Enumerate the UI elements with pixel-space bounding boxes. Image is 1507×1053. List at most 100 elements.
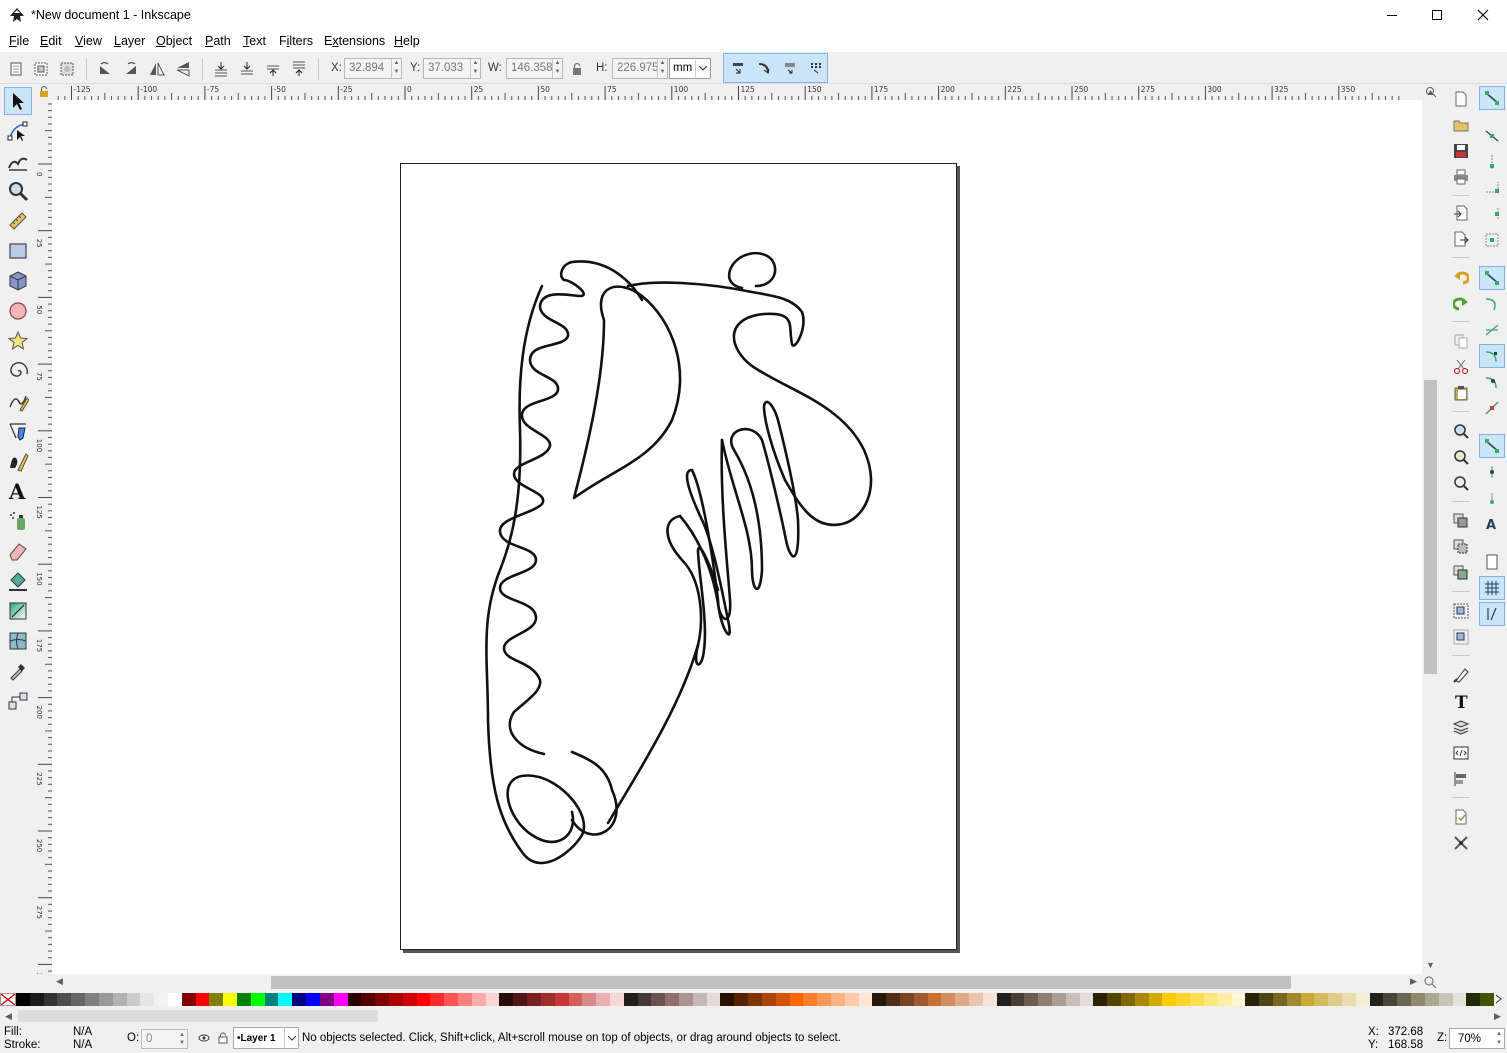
palette-swatch[interactable]: [416, 993, 431, 1006]
no-paint-swatch[interactable]: [0, 993, 16, 1006]
palette-swatch[interactable]: [167, 993, 182, 1006]
print-button[interactable]: [1450, 166, 1472, 188]
x-input[interactable]: 32.894 ▲ ▼: [344, 58, 402, 79]
menu-filters[interactable]: Filters: [279, 34, 313, 48]
palette-swatch[interactable]: [1245, 993, 1260, 1006]
cut-button[interactable]: [1450, 356, 1472, 378]
palette-swatch[interactable]: [748, 993, 762, 1006]
palette-menu-button[interactable]: [1494, 993, 1504, 1008]
palette-swatch[interactable]: [250, 993, 265, 1006]
dropper-tool[interactable]: [4, 657, 32, 685]
rectangle-tool[interactable]: [4, 237, 32, 265]
copy-button[interactable]: [1450, 330, 1472, 352]
palette-swatch[interactable]: [264, 993, 279, 1006]
snap-object-center-toggle[interactable]: [1479, 460, 1505, 484]
snap-bbox-edge-toggle[interactable]: [1479, 150, 1505, 174]
palette-swatch[interactable]: [1217, 993, 1232, 1006]
save-button[interactable]: [1450, 140, 1472, 162]
snap-nodes-toggle[interactable]: [1479, 266, 1505, 290]
palette-swatch[interactable]: [195, 993, 210, 1006]
vertical-scroll-thumb[interactable]: [1424, 380, 1437, 674]
paste-button[interactable]: [1450, 382, 1472, 404]
palette-swatch[interactable]: [333, 993, 348, 1006]
unit-select[interactable]: mm: [669, 58, 711, 79]
palette-swatch[interactable]: [1231, 993, 1246, 1006]
palette-swatch[interactable]: [637, 993, 652, 1006]
palette-swatch[interactable]: [237, 993, 251, 1006]
lower-button[interactable]: [236, 58, 258, 80]
palette-swatch[interactable]: [623, 993, 638, 1006]
document-properties-button[interactable]: [1450, 806, 1472, 828]
palette-swatch[interactable]: [1328, 993, 1342, 1006]
raise-to-top-button[interactable]: [288, 58, 310, 80]
group-button[interactable]: [1450, 600, 1472, 622]
palette-swatch[interactable]: [803, 993, 818, 1006]
palette-swatch[interactable]: [43, 993, 58, 1006]
scale-stroke-toggle[interactable]: [727, 57, 749, 79]
pen-tool[interactable]: [4, 417, 32, 445]
menu-text[interactable]: Text: [243, 34, 266, 48]
palette-swatch[interactable]: [1038, 993, 1052, 1006]
fill-stroke-button[interactable]: [1450, 664, 1472, 686]
palette-swatch[interactable]: [1424, 993, 1439, 1006]
star-tool[interactable]: [4, 327, 32, 355]
node-tool[interactable]: [4, 117, 32, 145]
palette-swatch[interactable]: [913, 993, 928, 1006]
select-all-button[interactable]: [5, 58, 27, 80]
snap-path-toggle[interactable]: [1479, 292, 1505, 316]
opacity-stepper-icon[interactable]: ▲ ▼: [179, 1031, 185, 1047]
snap-page-border-toggle[interactable]: [1479, 550, 1505, 574]
palette-swatch[interactable]: [16, 993, 30, 1006]
palette-swatch[interactable]: [1383, 993, 1398, 1006]
palette-swatch[interactable]: [844, 993, 859, 1006]
selector-tool[interactable]: [4, 87, 32, 115]
palette-swatch[interactable]: [1272, 993, 1287, 1006]
palette-swatch[interactable]: [126, 993, 141, 1006]
minimize-button[interactable]: [1369, 0, 1415, 30]
lower-to-bottom-button[interactable]: [210, 58, 232, 80]
ungroup-button[interactable]: [1450, 626, 1472, 648]
palette-swatch[interactable]: [1342, 993, 1356, 1006]
h-stepper-icon[interactable]: ▲ ▼: [657, 59, 667, 78]
palette-swatch[interactable]: [927, 993, 942, 1006]
tweak-tool[interactable]: [4, 147, 32, 175]
palette-swatch[interactable]: [1162, 993, 1177, 1006]
export-button[interactable]: [1450, 228, 1472, 250]
horizontal-ruler[interactable]: -125 -100 -75 -50 -25 0 25 50 75 100 125 150 175 200 2…: [52, 84, 1422, 100]
palette-swatch[interactable]: [375, 993, 389, 1006]
x-stepper-icon[interactable]: ▲ ▼: [391, 59, 401, 78]
paint-bucket-tool[interactable]: [4, 567, 32, 595]
close-button[interactable]: [1460, 0, 1506, 30]
palette-swatch[interactable]: [347, 993, 362, 1006]
spray-tool[interactable]: [4, 507, 32, 535]
palette-swatch[interactable]: [817, 993, 831, 1006]
palette-swatch[interactable]: [554, 993, 569, 1006]
palette-swatch[interactable]: [1259, 993, 1273, 1006]
rotate-cw-button[interactable]: [120, 58, 142, 80]
w-input[interactable]: 146.358 ▲ ▼: [506, 58, 563, 79]
palette-swatch[interactable]: [1065, 993, 1080, 1006]
rotate-ccw-button[interactable]: [94, 58, 116, 80]
palette-swatch[interactable]: [57, 993, 72, 1006]
palette-swatch[interactable]: [692, 993, 707, 1006]
palette-swatch[interactable]: [1148, 993, 1163, 1006]
snap-line-midpoints-toggle[interactable]: [1479, 396, 1505, 420]
palette-swatch[interactable]: [361, 993, 376, 1006]
drawing-canvas[interactable]: [52, 100, 1422, 974]
palette-swatch[interactable]: [1480, 993, 1494, 1006]
palette-swatch[interactable]: [900, 993, 914, 1006]
palette-swatch[interactable]: [1121, 993, 1135, 1006]
unlink-clone-button[interactable]: [1450, 562, 1472, 584]
palette-swatch[interactable]: [1286, 993, 1301, 1006]
palette-swatch[interactable]: [527, 993, 541, 1006]
select-all-layers-button[interactable]: [30, 58, 52, 80]
scroll-left-icon[interactable]: ◀: [56, 976, 63, 987]
palette-swatch[interactable]: [886, 993, 900, 1006]
flip-horizontal-button[interactable]: [146, 58, 168, 80]
menu-help[interactable]: Help: [394, 34, 420, 48]
scroll-right-icon[interactable]: ▶: [1410, 976, 1417, 987]
palette-swatch[interactable]: [996, 993, 1011, 1006]
palette-swatch[interactable]: [830, 993, 845, 1006]
snap-text-baseline-toggle[interactable]: A: [1479, 512, 1505, 536]
vertical-ruler[interactable]: 0 25 50 75 100 125 150 175 200 225 250 275 300: [36, 100, 52, 974]
